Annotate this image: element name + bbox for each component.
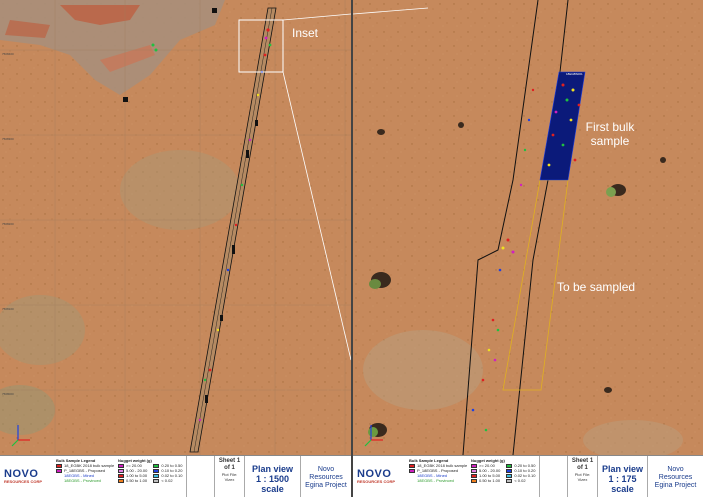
company-name: Novo Resources bbox=[658, 466, 693, 481]
nugget-weight-legend: Nugget weight (g) >= 20.00 5.00 - 20.00 … bbox=[118, 458, 183, 483]
scale-bar-icon bbox=[191, 491, 209, 493]
plan-title: Plan view bbox=[251, 464, 294, 474]
date-cell bbox=[186, 456, 214, 497]
project-name: Egina Project bbox=[654, 482, 697, 489]
inset-label: Inset bbox=[292, 26, 319, 40]
company-logo: NOVO RESOURCES CORP bbox=[4, 468, 43, 484]
legend-item: 0.50 to 1.00 bbox=[118, 478, 147, 483]
legend-bar: NOVO RESOURCES CORP Bulk Sample Legend 1… bbox=[353, 455, 703, 497]
plot-file: Plot File: Vizex bbox=[221, 472, 238, 482]
legend-item: < 0.02 bbox=[506, 478, 535, 483]
plan-scale: 1 : 1500 scale bbox=[255, 474, 290, 494]
sheet-cell: Sheet 1 of 1 Plot File: Vizex bbox=[567, 456, 597, 497]
first-bulk-sample-label: First bulk sample bbox=[585, 120, 635, 148]
coord-label: 7508200 bbox=[2, 222, 14, 226]
legend-item: 0.50 to 1.00 bbox=[471, 478, 500, 483]
sheet-number: Sheet 1 of 1 bbox=[218, 458, 241, 471]
bulk-sample-legend: Bulk Sample Legend 18_EGBK 2018 bulk sam… bbox=[409, 458, 467, 483]
project-cell: Novo Resources Egina Project bbox=[300, 456, 351, 497]
company-logo: NOVO RESOURCES CORP bbox=[357, 468, 396, 484]
vegetation-patch bbox=[120, 150, 240, 230]
company-name: Novo Resources bbox=[309, 466, 343, 481]
to-be-sampled-label: To be sampled bbox=[557, 280, 636, 294]
coord-label: 7508400 bbox=[2, 52, 14, 56]
project-name: Egina Project bbox=[305, 482, 347, 489]
plot-file: Plot File: Vizex bbox=[574, 472, 591, 482]
coord-label: 7508300 bbox=[2, 137, 14, 141]
legend-item: 18EGBS - Provinced bbox=[64, 478, 101, 483]
nugget-weight-legend: Nugget weight (g) >= 20.00 5.00 - 20.00 … bbox=[471, 458, 536, 483]
plan-title-cell: Plan view 1 : 1500 scale bbox=[244, 456, 300, 497]
plan-scale: 1 : 175 scale bbox=[608, 474, 637, 494]
date-cell bbox=[539, 456, 567, 497]
plan-title-cell: Plan view 1 : 175 scale bbox=[597, 456, 647, 497]
coord-label: 7508100 bbox=[2, 307, 14, 311]
bulk-sample-legend: Bulk Sample Legend 18_EGBK 2018 bulk sam… bbox=[56, 458, 114, 483]
bulk-sample-id: 18EGBS001 bbox=[566, 72, 583, 76]
sheet-cell: Sheet 1 of 1 Plot File: Vizex bbox=[214, 456, 244, 497]
vegetation-patch bbox=[363, 330, 483, 410]
overview-map[interactable] bbox=[0, 0, 351, 455]
legend-item: < 0.02 bbox=[153, 478, 182, 483]
sheet-number: Sheet 1 of 1 bbox=[571, 458, 594, 471]
inset-map[interactable] bbox=[353, 0, 703, 455]
project-cell: Novo Resources Egina Project bbox=[647, 456, 703, 497]
legend-item: 18EGBS - Provinced bbox=[417, 478, 454, 483]
inset-map-panel[interactable]: 18EGBS001 First bulk sample To be sample… bbox=[353, 0, 703, 497]
legend-bar: NOVO RESOURCES CORP Bulk Sample Legend 1… bbox=[0, 455, 351, 497]
plan-title: Plan view bbox=[601, 464, 644, 474]
coord-label: 7508000 bbox=[2, 392, 14, 396]
overview-map-panel[interactable]: Inset 7508400 7508300 7508200 7508100 75… bbox=[0, 0, 351, 497]
